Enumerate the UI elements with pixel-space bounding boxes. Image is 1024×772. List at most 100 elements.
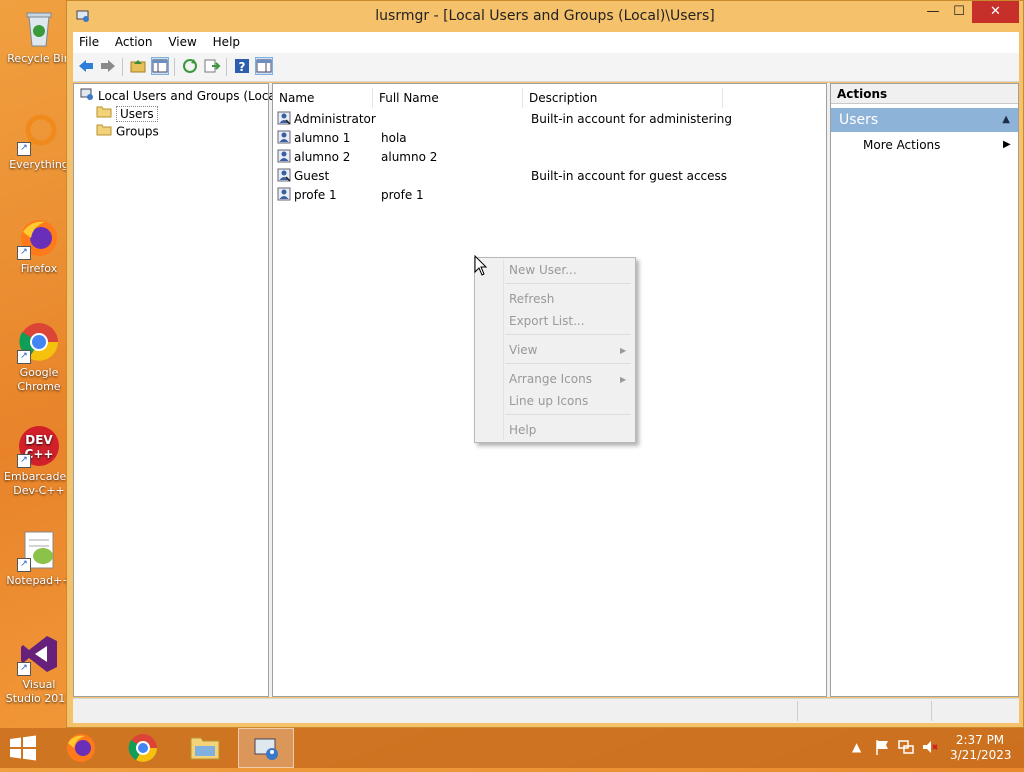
taskbar-firefox[interactable] — [53, 728, 109, 768]
desktop-icon-visual-studio[interactable]: ↗ Visual Studio 2013 — [4, 632, 74, 706]
shortcut-arrow-icon: ↗ — [17, 454, 31, 468]
firefox-icon: ↗ — [17, 216, 61, 260]
menu-item-line-up-icons[interactable]: Line up Icons — [509, 394, 588, 408]
mouse-cursor-icon — [474, 254, 488, 277]
menu-separator — [505, 414, 631, 415]
column-header-full-name[interactable]: Full Name — [373, 88, 523, 108]
status-divider — [931, 701, 932, 721]
submenu-arrow-icon: ▶ — [620, 346, 627, 355]
cell-name: alumno 1 — [294, 131, 351, 145]
tree-item-groups[interactable]: Groups — [96, 123, 159, 140]
table-row[interactable]: Administrator Built-in account for admin… — [277, 110, 822, 129]
file-explorer-icon — [190, 737, 220, 760]
taskbar-file-explorer[interactable] — [177, 728, 233, 768]
desktop-icon-notepad-plus-plus[interactable]: ↗ Notepad++ — [4, 528, 74, 588]
list-header: Name Full Name Description — [273, 88, 826, 108]
menu-item-view[interactable]: View — [509, 343, 537, 357]
window-title: lusrmgr - [Local Users and Groups (Local… — [375, 8, 715, 24]
taskbar-lusrmgr[interactable] — [238, 728, 294, 768]
firefox-icon — [67, 734, 95, 762]
tree-item-users[interactable]: Users — [96, 105, 158, 122]
maximize-button[interactable]: ☐ — [946, 1, 972, 23]
clock-date: 3/21/2023 — [950, 748, 1012, 762]
windows-logo-icon — [10, 735, 36, 761]
svg-text:?: ? — [239, 60, 246, 74]
user-account-icon — [277, 187, 291, 201]
cell-description: Built-in account for administering... — [531, 112, 731, 126]
forward-icon[interactable] — [99, 57, 117, 75]
menu-separator — [505, 283, 631, 284]
desktop-icon-label: Everything — [9, 158, 69, 171]
taskbar-chrome[interactable] — [115, 728, 171, 768]
desktop-icon-label: Notepad++ — [6, 574, 72, 587]
recycle-bin-icon — [17, 6, 61, 50]
volume-muted-icon[interactable] — [921, 738, 939, 759]
everything-search-icon: ↗ — [17, 112, 61, 156]
table-row[interactable]: profe 1 profe 1 — [277, 186, 822, 205]
visual-studio-icon: ↗ — [17, 632, 61, 676]
desktop-icon-dev-cpp[interactable]: DEV C++ ↗ Embarcadero Dev-C++ — [4, 424, 77, 498]
user-account-icon — [277, 130, 291, 144]
cell-name: profe 1 — [294, 188, 337, 202]
help-icon[interactable]: ? — [233, 57, 251, 75]
toolbar-separator — [226, 58, 227, 76]
column-header-name[interactable]: Name — [273, 88, 373, 108]
menu-item-refresh[interactable]: Refresh — [509, 292, 554, 306]
cell-full-name: profe 1 — [381, 188, 424, 202]
menu-separator — [505, 363, 631, 364]
more-actions-item[interactable]: More Actions — [863, 138, 940, 152]
user-account-disabled-icon — [277, 168, 291, 182]
table-row[interactable]: alumno 2 alumno 2 — [277, 148, 822, 167]
collapse-caret-icon[interactable]: ▲ — [1002, 108, 1010, 132]
export-list-icon[interactable] — [203, 57, 221, 75]
tree-item-label: Groups — [116, 124, 159, 139]
context-menu: New User... Refresh Export List... View … — [474, 257, 636, 443]
close-button[interactable]: ✕ — [972, 1, 1019, 23]
notepad-plus-plus-icon: ↗ — [17, 528, 61, 572]
menu-file[interactable]: File — [73, 32, 105, 49]
tree-pane: Local Users and Groups (Local) Users Gro… — [73, 83, 284, 697]
shortcut-arrow-icon: ↗ — [17, 662, 31, 676]
desktop-icon-everything[interactable]: ↗ Everything — [4, 112, 74, 172]
up-folder-icon[interactable] — [129, 57, 147, 75]
desktop-icon-firefox[interactable]: ↗ Firefox — [4, 216, 74, 276]
cell-full-name: alumno 2 — [381, 150, 438, 164]
actions-section-users[interactable]: Users ▲ — [831, 108, 1018, 132]
menu-action[interactable]: Action — [109, 32, 159, 49]
clock-time: 2:37 PM — [955, 733, 1005, 747]
taskbar: ▲ 2:37 PM 3/21/2023 — [0, 728, 1024, 768]
table-row[interactable]: Guest Built-in account for guest access … — [277, 167, 822, 186]
user-account-icon — [277, 111, 291, 125]
shortcut-arrow-icon: ↗ — [17, 558, 31, 572]
menu-help[interactable]: Help — [207, 32, 246, 49]
table-row[interactable]: alumno 1 hola — [277, 129, 822, 148]
start-button[interactable] — [8, 735, 38, 761]
show-hide-action-pane-icon[interactable] — [255, 57, 273, 75]
actions-pane: Actions Users ▲ More Actions ▶ — [830, 83, 1019, 697]
menu-item-arrange-icons[interactable]: Arrange Icons — [509, 372, 592, 386]
toolbar-separator — [174, 58, 175, 76]
minimize-button[interactable]: — — [920, 1, 946, 23]
menu-item-export-list[interactable]: Export List... — [509, 314, 585, 328]
back-icon[interactable] — [77, 57, 95, 75]
desktop-icon-recycle-bin[interactable]: Recycle Bin — [4, 6, 74, 66]
menu-view[interactable]: View — [162, 32, 202, 49]
action-center-flag-icon[interactable] — [874, 738, 890, 759]
column-header-description[interactable]: Description — [523, 88, 723, 108]
network-icon[interactable] — [897, 738, 915, 759]
desktop-icon-google-chrome[interactable]: ↗ Google Chrome — [4, 320, 74, 394]
menu-item-help[interactable]: Help — [509, 423, 536, 437]
cell-full-name: hola — [381, 131, 407, 145]
refresh-icon[interactable] — [181, 57, 199, 75]
show-hide-tree-icon[interactable] — [151, 57, 169, 75]
tree-root[interactable]: Local Users and Groups (Local) — [80, 87, 284, 104]
submenu-arrow-icon: ▶ — [620, 375, 627, 384]
menu-bar: File Action View Help — [73, 32, 1019, 54]
system-clock[interactable]: 2:37 PM 3/21/2023 — [950, 733, 1012, 763]
folder-icon — [96, 123, 112, 141]
menu-item-new-user[interactable]: New User... — [509, 263, 577, 277]
title-bar[interactable]: lusrmgr - [Local Users and Groups (Local… — [67, 1, 1023, 31]
chrome-icon: ↗ — [17, 320, 61, 364]
show-hidden-icons-button[interactable]: ▲ — [852, 740, 861, 754]
desktop-icon-label: Google Chrome — [17, 366, 61, 393]
